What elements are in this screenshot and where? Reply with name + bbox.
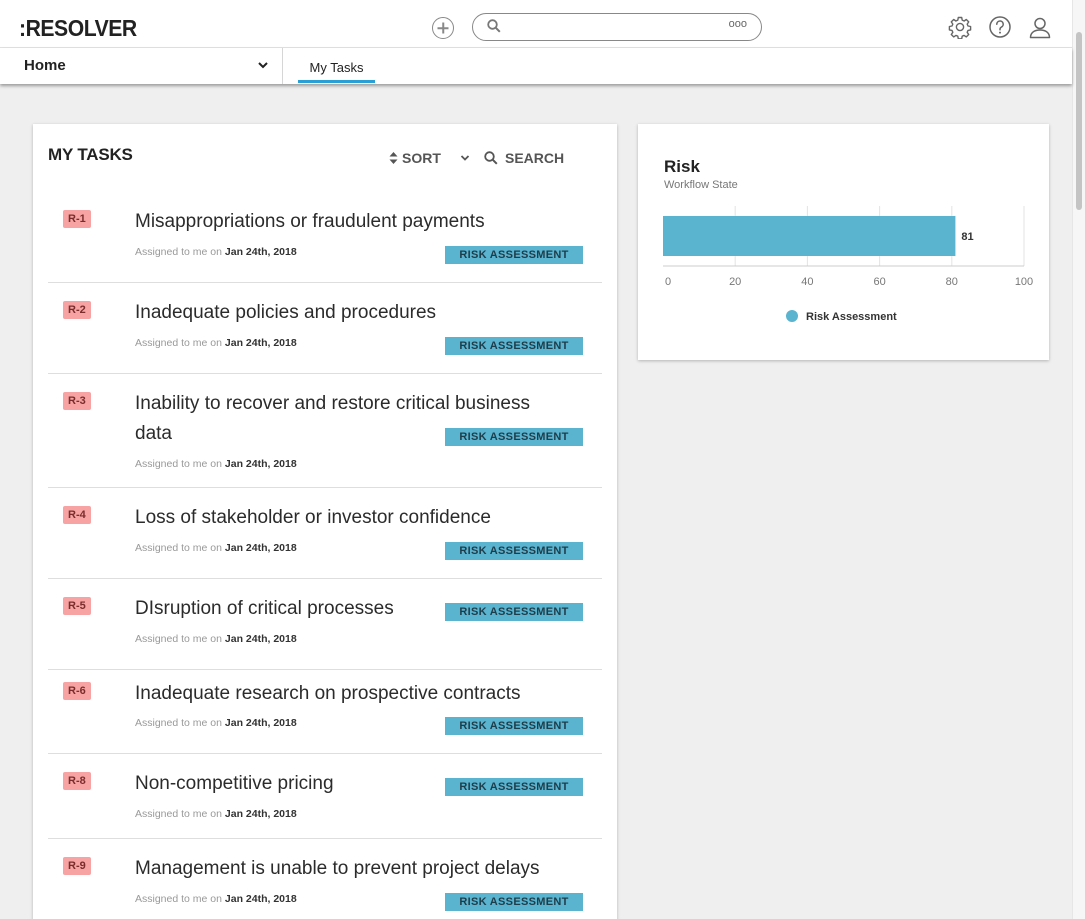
task-assigned: Assigned to me on Jan 24th, 2018 [135, 542, 297, 554]
task-item[interactable]: R-5 DIsruption of critical processes RIS… [48, 579, 602, 670]
task-item[interactable]: R-3 Inability to recover and restore cri… [48, 374, 602, 488]
status-badge: RISK ASSESSMENT [445, 428, 583, 446]
tab-my-tasks[interactable]: My Tasks [298, 48, 375, 84]
sort-arrows-icon [389, 152, 398, 164]
task-title-line-1[interactable]: Inability to recover and restore critica… [135, 389, 530, 419]
sort-label: SORT [402, 150, 441, 166]
task-id-badge: R-4 [63, 506, 91, 524]
task-assigned: Assigned to me on Jan 24th, 2018 [135, 893, 297, 905]
search-icon [484, 151, 498, 165]
search-label: SEARCH [505, 150, 565, 166]
status-badge: RISK ASSESSMENT [445, 337, 583, 355]
bar-value-label: 81 [961, 231, 973, 243]
risk-bar-chart: 0 20 40 60 80 100 81 Risk Assessment [663, 206, 1033, 323]
x-tick-label: 0 [665, 276, 671, 288]
scrollbar-thumb[interactable] [1076, 32, 1082, 210]
search-options-icon[interactable]: ooo [729, 18, 747, 30]
task-item[interactable]: R-9 Management is unable to prevent proj… [48, 839, 602, 919]
task-assigned: Assigned to me on Jan 24th, 2018 [135, 717, 297, 729]
task-id-badge: R-6 [63, 682, 91, 700]
task-assigned: Assigned to me on Jan 24th, 2018 [135, 246, 297, 258]
task-title-line-2[interactable]: data [135, 419, 172, 449]
add-icon[interactable] [432, 17, 454, 39]
x-tick-label: 100 [1015, 276, 1033, 288]
x-tick-label: 80 [946, 276, 958, 288]
status-badge: RISK ASSESSMENT [445, 542, 583, 560]
task-item[interactable]: R-4 Loss of stakeholder or investor conf… [48, 488, 602, 579]
chevron-down-icon[interactable] [460, 154, 470, 162]
global-search[interactable]: ooo [472, 13, 762, 41]
help-icon[interactable] [988, 15, 1012, 39]
home-dropdown[interactable]: Home [0, 48, 283, 84]
task-assigned: Assigned to me on Jan 24th, 2018 [135, 337, 297, 349]
task-id-badge: R-2 [63, 301, 91, 319]
task-title[interactable]: Loss of stakeholder or investor confiden… [135, 503, 491, 533]
task-title[interactable]: DIsruption of critical processes [135, 594, 394, 624]
sort-button[interactable]: SORT [389, 150, 441, 166]
task-title[interactable]: Inadequate policies and procedures [135, 298, 436, 328]
my-tasks-panel: MY TASKS SORT SEARCH R-1 Misappropriatio… [33, 124, 617, 919]
task-title[interactable]: Non-competitive pricing [135, 769, 334, 799]
task-id-badge: R-3 [63, 392, 91, 410]
task-assigned: Assigned to me on Jan 24th, 2018 [135, 458, 297, 470]
task-id-badge: R-1 [63, 210, 91, 228]
task-id-badge: R-8 [63, 772, 91, 790]
task-title[interactable]: Inadequate research on prospective contr… [135, 679, 521, 709]
legend-swatch [786, 310, 798, 322]
status-badge: RISK ASSESSMENT [445, 246, 583, 264]
task-id-badge: R-5 [63, 597, 91, 615]
task-item[interactable]: R-8 Non-competitive pricing RISK ASSESSM… [48, 754, 602, 839]
bar-risk-assessment [663, 216, 956, 256]
task-assigned: Assigned to me on Jan 24th, 2018 [135, 633, 297, 645]
search-icon [487, 19, 501, 33]
status-badge: RISK ASSESSMENT [445, 778, 583, 796]
task-title[interactable]: Management is unable to prevent project … [135, 854, 540, 884]
status-badge: RISK ASSESSMENT [445, 603, 583, 621]
task-item[interactable]: R-6 Inadequate research on prospective c… [48, 670, 602, 754]
task-item[interactable]: R-2 Inadequate policies and procedures A… [48, 283, 602, 374]
chevron-down-icon [258, 62, 268, 69]
active-tab-indicator [298, 80, 375, 83]
top-bar: :RESOLVER ooo [0, 0, 1072, 48]
risk-chart-panel: Risk Workflow State 0 20 40 60 80 100 81 Risk A… [638, 124, 1049, 360]
nav-bar: Home My Tasks [0, 48, 1072, 84]
status-badge: RISK ASSESSMENT [445, 717, 583, 735]
panel-title: MY TASKS [48, 145, 133, 164]
x-tick-label: 60 [873, 276, 885, 288]
task-title[interactable]: Misappropriations or fraudulent payments [135, 207, 485, 237]
task-id-badge: R-9 [63, 857, 91, 875]
gear-icon[interactable] [948, 15, 972, 39]
x-tick-label: 40 [801, 276, 813, 288]
user-icon[interactable] [1028, 15, 1052, 39]
task-item[interactable]: R-1 Misappropriations or fraudulent paym… [48, 192, 602, 283]
status-badge: RISK ASSESSMENT [445, 893, 583, 911]
search-input[interactable] [507, 17, 687, 37]
tab-label: My Tasks [309, 60, 364, 75]
resolver-logo[interactable]: :RESOLVER [19, 15, 137, 42]
page-scrollbar[interactable] [1072, 0, 1085, 919]
task-assigned: Assigned to me on Jan 24th, 2018 [135, 808, 297, 820]
legend-label: Risk Assessment [806, 311, 897, 323]
task-search-button[interactable]: SEARCH [484, 150, 564, 166]
x-tick-label: 20 [729, 276, 741, 288]
home-dropdown-label: Home [24, 57, 66, 74]
